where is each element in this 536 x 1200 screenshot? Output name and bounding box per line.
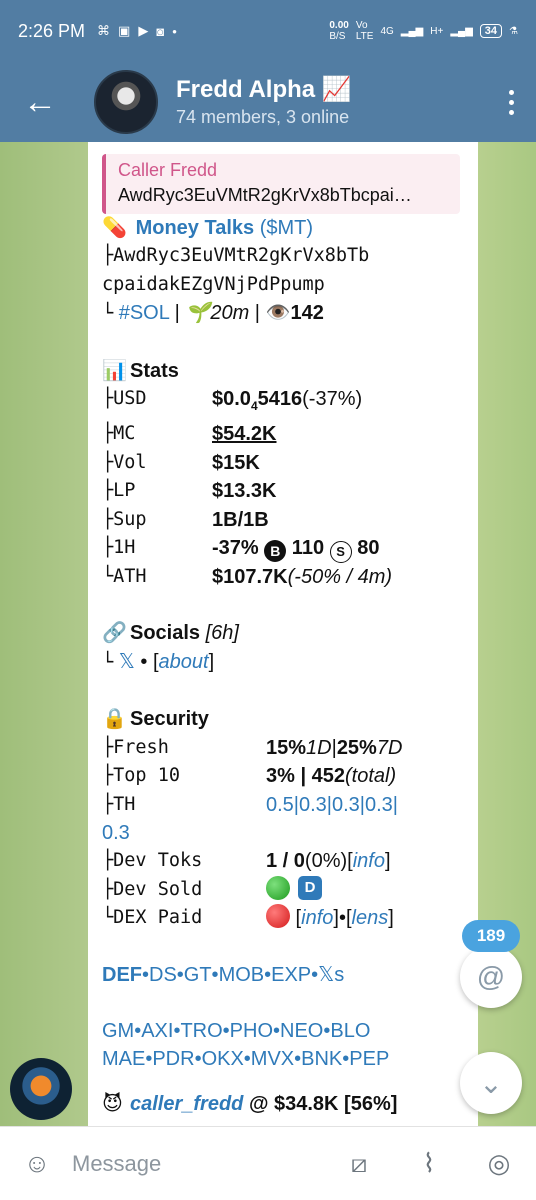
back-arrow-icon[interactable]: ← xyxy=(0,62,80,142)
link-icon: ⌘ xyxy=(97,23,111,38)
more-menu-icon[interactable] xyxy=(486,89,536,115)
about-link[interactable]: about xyxy=(159,651,209,673)
status-bar: 2:26 PM ⌘ ▣ ▶ ◙ • 0.00 B/S Vo LTE 4G ▂▄▆ H… xyxy=(0,0,536,62)
mc-link[interactable]: $54.2K xyxy=(212,420,277,448)
links-row-2[interactable]: GM•AXI•TRO•PHO•NEO•BLO xyxy=(102,1017,464,1045)
th-links[interactable]: 0.5|0.3|0.3|0.3| xyxy=(266,791,398,819)
sender-avatar[interactable] xyxy=(10,1058,72,1120)
dev-badge-icon: D xyxy=(298,875,322,900)
links-row-3[interactable]: MAE•PDR•OKX•MVX•BNK•PEP xyxy=(102,1045,464,1073)
dexpaid-info-link[interactable]: info xyxy=(301,904,333,932)
stat-lp: ├LP $13.3K xyxy=(102,480,277,503)
mention-button[interactable]: @ xyxy=(460,946,522,1008)
status-time: 2:26 PM xyxy=(18,20,86,41)
pill-icon: 💊 xyxy=(102,217,127,239)
buy-badge-icon: B xyxy=(264,540,287,563)
reply-text: AwdRyc3EuVMtR2gKrVx8bTbcpai… xyxy=(118,185,412,205)
signal-icon: ▂▄▆ xyxy=(400,25,424,37)
links-row-1[interactable]: DEF•DS•GT•MOB•EXP•𝕏s xyxy=(102,961,464,989)
sec-th: ├TH 0.5|0.3|0.3|0.3| xyxy=(102,791,464,819)
status-right: 0.00 B/S Vo LTE 4G ▂▄▆ H+ ▂▄▆ 34 ⚗ xyxy=(329,20,518,42)
signal-hplus: H+ xyxy=(430,25,444,37)
stat-1h: ├1H -37% B 110 S 80 xyxy=(102,534,464,564)
devil-icon: 😈 xyxy=(102,1092,123,1115)
at-icon: @ xyxy=(476,961,506,992)
caller-link[interactable]: caller_fredd xyxy=(130,1093,243,1115)
sell-badge-icon: S xyxy=(329,541,352,564)
reply-author: Caller Fredd xyxy=(118,160,218,180)
app-icon: ◙ xyxy=(156,23,165,39)
stat-ath: └ATH $107.7K (-50% / 4m) xyxy=(102,566,393,589)
chain-line: └ #SOL | 🌱20m | 👁️142 xyxy=(102,302,324,325)
stats-heading: 📊 Stats xyxy=(102,357,464,385)
group-avatar[interactable] xyxy=(94,70,158,134)
chain-hashtag[interactable]: #SOL xyxy=(119,302,169,324)
mentions-count-badge: 189 xyxy=(462,920,520,952)
stat-vol: ├Vol $15K xyxy=(102,451,260,474)
volte-indicator: Vo LTE xyxy=(355,20,374,42)
socials-line: └ 𝕏 • [about] xyxy=(102,650,215,673)
lock-icon: 🔒 xyxy=(102,708,127,731)
chevron-down-icon: ⌄ xyxy=(479,1067,503,1099)
chat-subtitle: 74 members, 3 online xyxy=(176,107,350,127)
attach-icon[interactable]: ⌇ xyxy=(412,1147,446,1181)
sec-devtoks: ├Dev Toks 1 / 0 (0%) [info] xyxy=(102,847,464,875)
token-name-link[interactable]: Money Talks xyxy=(136,217,255,239)
red-circle-icon xyxy=(266,904,290,929)
link-chain-icon: 🔗 xyxy=(102,622,127,645)
devtoks-info-link[interactable]: info xyxy=(353,847,385,875)
views-value: 👁️142 xyxy=(265,302,324,325)
address-line-2[interactable]: cpaidakEZgVNjPdPpump xyxy=(102,271,464,299)
message-bubble[interactable]: Caller Fredd AwdRyc3EuVMtR2gKrVx8bTbcpai… xyxy=(88,142,478,1126)
chat-title-block[interactable]: Fredd Alpha 📈 74 members, 3 online xyxy=(176,75,352,129)
sec-dexpaid: └DEX Paid [info] • [lens] xyxy=(102,904,464,932)
dot-icon: • xyxy=(172,23,177,39)
emoji-icon[interactable]: ☺ xyxy=(20,1147,54,1181)
gamepad-icon: ▣ xyxy=(118,23,131,38)
net-speed: 0.00 B/S xyxy=(329,20,349,42)
bar-chart-icon: 📊 xyxy=(102,359,127,382)
address-line-1[interactable]: ├AwdRyc3EuVMtR2gKrVx8bTb xyxy=(102,242,464,270)
reply-quote[interactable]: Caller Fredd AwdRyc3EuVMtR2gKrVx8bTbcpai… xyxy=(102,154,460,214)
sec-top10: ├Top 10 3% | 452 (total) xyxy=(102,765,397,788)
message-input-bar: ☺ Message ⧄ ⌇ ◎ xyxy=(0,1126,536,1200)
age-value: 🌱20m xyxy=(185,302,250,325)
security-heading: 🔒 Security xyxy=(102,705,464,733)
sec-th-cont[interactable]: 0.3 xyxy=(102,819,464,847)
command-icon[interactable]: ⧄ xyxy=(342,1147,376,1181)
battery-icon: 34 xyxy=(479,24,503,38)
message-input[interactable]: Message xyxy=(72,1151,161,1177)
token-title-line: 💊 Money Talks ($MT) xyxy=(102,214,464,242)
flask-icon: ⚗ xyxy=(509,25,518,37)
green-circle-icon xyxy=(266,875,290,900)
camera-icon[interactable]: ◎ xyxy=(482,1147,516,1181)
signal-4g: 4G xyxy=(380,25,394,37)
caller-line: 😈 caller_fredd @ $34.8K [56%] xyxy=(102,1090,464,1118)
signal-icon-2: ▂▄▆ xyxy=(450,25,473,37)
token-ticker-link[interactable]: ($MT) xyxy=(260,217,313,239)
stat-usd: ├USD $0.045416 (-37%) xyxy=(102,388,363,414)
sec-devsold: ├Dev Sold D xyxy=(102,875,464,904)
socials-heading: 🔗 Socials [6h] xyxy=(102,619,464,647)
x-link[interactable]: 𝕏 xyxy=(119,651,135,673)
stat-sup: ├Sup 1B/1B xyxy=(102,508,269,531)
stat-mc: ├MC $54.2K xyxy=(102,420,464,448)
chat-title: Fredd Alpha 📈 xyxy=(176,76,352,103)
sec-fresh: ├Fresh 15% 1D | 25% 7D xyxy=(102,736,403,759)
chat-header: ← Fredd Alpha 📈 74 members, 3 online xyxy=(0,62,536,142)
scroll-down-button[interactable]: ⌄ xyxy=(460,1052,522,1114)
notification-icons: ⌘ ▣ ▶ ◙ • xyxy=(97,23,177,39)
youtube-icon: ▶ xyxy=(138,23,149,38)
lens-link[interactable]: lens xyxy=(352,904,389,932)
